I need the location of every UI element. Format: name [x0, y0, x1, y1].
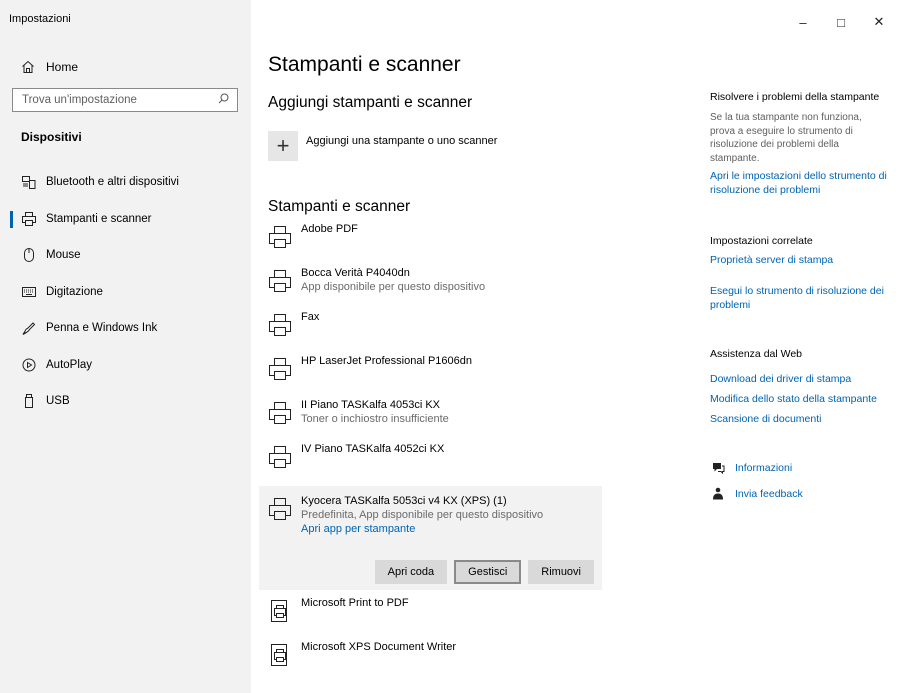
printer-status: App disponibile per questo dispositivo [301, 281, 486, 293]
printer-status: Predefinita, App disponibile per questo … [301, 509, 544, 521]
printer-name: Adobe PDF [301, 223, 358, 235]
sidebar-item-mouse[interactable]: Mouse [0, 237, 251, 274]
scan-documents-link[interactable]: Scansione di documenti [710, 413, 890, 427]
change-printer-status-link[interactable]: Modifica dello stato della stampante [710, 393, 890, 407]
printer-name: HP LaserJet Professional P1606dn [301, 355, 473, 367]
add-printer-label: Aggiungi una stampante o uno scanner [306, 135, 498, 147]
sidebar-item-label: AutoPlay [46, 358, 93, 371]
xps-printer-icon [271, 644, 287, 666]
printer-name: II Piano TASKalfa 4053ci KX [301, 399, 441, 411]
run-troubleshooter-link[interactable]: Esegui lo strumento di risoluzione dei p… [710, 285, 890, 312]
printer-item[interactable]: HP LaserJet Professional P1606dn [259, 354, 602, 398]
download-drivers-link[interactable]: Download dei driver di stampa [710, 373, 890, 387]
page-title: Stampanti e scanner [268, 53, 461, 76]
printer-icon [269, 446, 291, 468]
home-nav-item[interactable]: Home [0, 54, 251, 80]
printer-name: IV Piano TASKalfa 4052ci KX [301, 443, 445, 455]
sidebar-item-label: Stampanti e scanner [46, 212, 152, 225]
info-label: Informazioni [735, 462, 793, 474]
minimize-button[interactable]: – [784, 10, 822, 34]
fax-icon [269, 314, 291, 336]
home-icon [21, 60, 37, 74]
printer-item[interactable]: Fax [259, 310, 602, 354]
printer-item[interactable]: IV Piano TASKalfa 4052ci KX [259, 442, 602, 486]
printer-item[interactable]: II Piano TASKalfa 4053ci KX Toner o inch… [259, 398, 602, 442]
printer-name: Microsoft Print to PDF [301, 597, 409, 609]
chat-help-icon [710, 462, 726, 474]
sidebar-item-autoplay[interactable]: AutoPlay [0, 347, 251, 384]
open-printer-app-link[interactable]: Apri app per stampante [301, 522, 543, 536]
sidebar-item-label: Penna e Windows Ink [46, 322, 158, 335]
sidebar-nav: Bluetooth e altri dispositivi Stampanti … [0, 164, 251, 420]
troubleshoot-text: Se la tua stampante non funziona, prova … [710, 112, 862, 164]
window-title: Impostazioni [9, 13, 71, 25]
printer-list: Adobe PDF Bocca Verità P4040dn App dispo… [259, 222, 602, 684]
section-title: Dispositivi [21, 130, 82, 144]
sidebar-item-printers[interactable]: Stampanti e scanner [0, 201, 251, 238]
printer-item[interactable]: Microsoft Print to PDF [259, 596, 602, 640]
printer-actions: Apri coda Gestisci Rimuovi [374, 560, 594, 584]
sidebar-item-label: USB [46, 395, 70, 408]
printer-icon [269, 270, 291, 292]
troubleshoot-heading: Risolvere i problemi della stampante [710, 91, 880, 103]
get-help-link[interactable]: Informazioni [710, 462, 792, 474]
printer-icon [21, 211, 37, 227]
sidebar-item-usb[interactable]: USB [0, 383, 251, 420]
troubleshoot-settings-link[interactable]: Apri le impostazioni dello strumento di … [710, 170, 890, 197]
send-feedback-link[interactable]: Invia feedback [710, 487, 803, 500]
printer-warning-icon [269, 402, 291, 424]
main-content: Stampanti e scanner Aggiungi stampanti e… [251, 0, 698, 693]
keyboard-icon [21, 284, 37, 300]
pdf-printer-icon [271, 600, 287, 622]
printer-item[interactable]: Bocca Verità P4040dn App disponibile per… [259, 266, 602, 310]
printer-name: Kyocera TASKalfa 5053ci v4 KX (XPS) (1) [301, 495, 507, 507]
pen-icon [21, 320, 37, 336]
printer-icon [269, 358, 291, 380]
bluetooth-devices-icon [21, 174, 37, 190]
close-button[interactable]: ✕ [860, 10, 898, 34]
maximize-button[interactable]: □ [822, 10, 860, 34]
search-box[interactable] [12, 88, 238, 112]
printer-item-selected[interactable]: Kyocera TASKalfa 5053ci v4 KX (XPS) (1) … [259, 486, 602, 590]
mouse-icon [21, 247, 37, 263]
print-server-properties-link[interactable]: Proprietà server di stampa [710, 254, 890, 268]
feedback-label: Invia feedback [735, 487, 803, 500]
printer-icon [269, 226, 291, 248]
feedback-icon [710, 487, 726, 500]
printers-heading: Stampanti e scanner [268, 198, 411, 215]
sidebar-item-pen[interactable]: Penna e Windows Ink [0, 310, 251, 347]
printer-item[interactable]: Microsoft XPS Document Writer [259, 640, 602, 684]
remove-button[interactable]: Rimuovi [528, 560, 594, 584]
manage-button[interactable]: Gestisci [454, 560, 522, 584]
related-settings-heading: Impostazioni correlate [710, 235, 813, 247]
sidebar-item-label: Bluetooth e altri dispositivi [46, 176, 179, 189]
usb-icon [21, 393, 37, 409]
plus-icon: + [268, 131, 298, 161]
window-controls: – □ ✕ [784, 10, 898, 34]
sidebar-item-bluetooth[interactable]: Bluetooth e altri dispositivi [0, 164, 251, 201]
sidebar: Impostazioni Home Dispositivi Bluetooth … [0, 0, 251, 693]
home-label: Home [46, 60, 79, 74]
open-queue-button[interactable]: Apri coda [374, 560, 448, 584]
printer-status: Toner o inchiostro insufficiente [301, 413, 449, 425]
autoplay-icon [21, 357, 37, 373]
printer-icon [269, 498, 291, 520]
search-input[interactable] [22, 94, 202, 106]
printer-name: Microsoft XPS Document Writer [301, 641, 457, 653]
printer-name: Bocca Verità P4040dn [301, 267, 410, 279]
sidebar-item-typing[interactable]: Digitazione [0, 274, 251, 311]
printer-item[interactable]: Adobe PDF [259, 222, 602, 266]
web-help-heading: Assistenza dal Web [710, 348, 803, 360]
add-heading: Aggiungi stampanti e scanner [268, 94, 473, 111]
add-printer-button[interactable]: + Aggiungi una stampante o uno scanner [268, 131, 497, 161]
sidebar-item-label: Digitazione [46, 285, 103, 298]
sidebar-item-label: Mouse [46, 249, 81, 262]
printer-name: Fax [301, 311, 320, 323]
search-icon[interactable] [218, 91, 229, 109]
